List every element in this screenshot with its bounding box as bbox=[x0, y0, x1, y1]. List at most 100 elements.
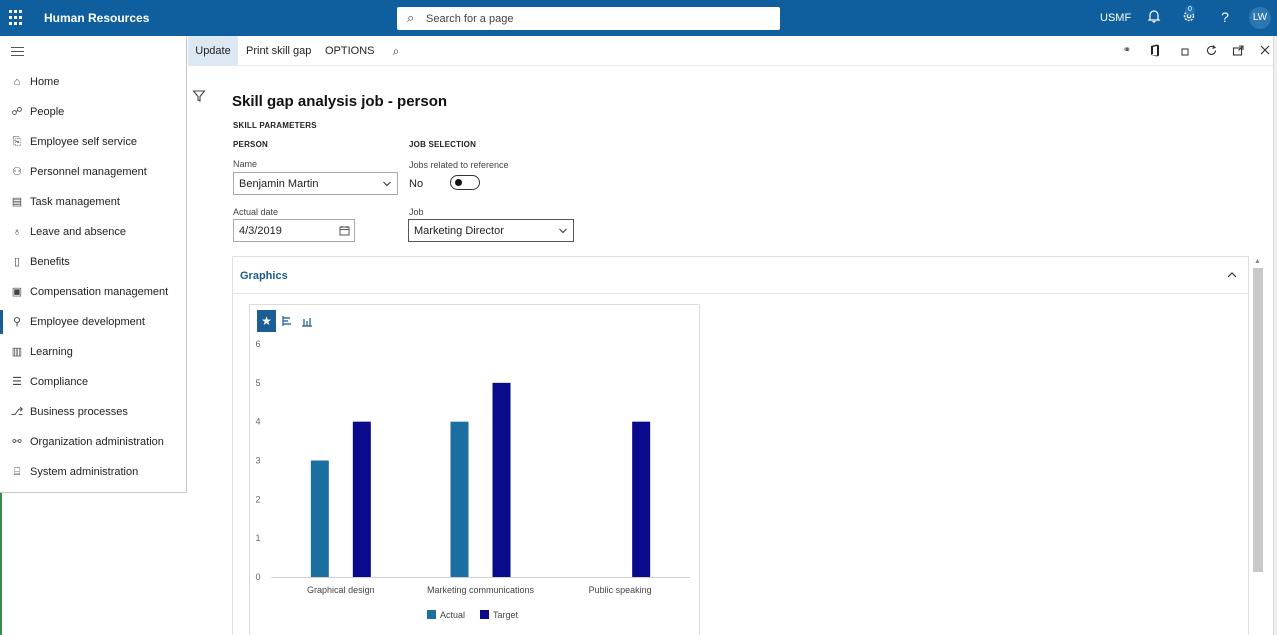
column-chart-icon bbox=[301, 318, 312, 327]
refresh-icon[interactable] bbox=[1204, 44, 1218, 58]
update-button[interactable]: Update bbox=[188, 36, 238, 66]
leave-icon: ♁ bbox=[12, 226, 22, 238]
sidebar-item-learning[interactable]: ▥ Learning bbox=[0, 337, 186, 367]
help-icon[interactable]: ? bbox=[1216, 9, 1234, 27]
company-picker[interactable]: USMF bbox=[1100, 12, 1131, 24]
app-title[interactable]: Human Resources bbox=[44, 11, 149, 25]
actual-date-field[interactable]: 4/3/2019 bbox=[233, 219, 355, 242]
sidebar-item-compensation-management[interactable]: ▣ Compensation management bbox=[0, 277, 186, 307]
action-pane: Update Print skill gap OPTIONS ⌕ ⚭ bbox=[188, 36, 1277, 66]
development-icon: ⚲ bbox=[12, 316, 22, 328]
graphics-title: Graphics bbox=[240, 270, 288, 282]
x-tick-label: Marketing communications bbox=[427, 585, 535, 595]
name-value: Benjamin Martin bbox=[239, 178, 319, 190]
system-admin-icon: ⌸ bbox=[13, 466, 21, 478]
close-icon[interactable] bbox=[1258, 44, 1272, 58]
y-tick-label: 3 bbox=[255, 456, 260, 466]
toggle-knob bbox=[455, 179, 462, 186]
sidebar-item-label: Compliance bbox=[30, 376, 89, 388]
name-dropdown[interactable]: Benjamin Martin bbox=[233, 172, 398, 195]
sidebar-item-label: Organization administration bbox=[30, 436, 164, 448]
job-label: Job bbox=[409, 207, 424, 217]
sidebar-item-label: Task management bbox=[30, 196, 120, 208]
search-box[interactable]: ⌕ Search for a page bbox=[397, 7, 780, 30]
home-icon: ⌂ bbox=[13, 76, 21, 88]
sidebar-item-leave-and-absence[interactable]: ♁ Leave and absence bbox=[0, 217, 186, 247]
sidebar-item-label: Benefits bbox=[30, 256, 70, 268]
task-icon: ▤ bbox=[11, 196, 23, 208]
sidebar-item-label: Leave and absence bbox=[30, 226, 127, 238]
graphics-fasttab-header[interactable]: Graphics bbox=[233, 257, 1248, 294]
search-placeholder: Search for a page bbox=[426, 13, 514, 25]
page-title: Skill gap analysis job - person bbox=[232, 93, 448, 110]
chevron-down-icon bbox=[559, 228, 567, 234]
y-tick-label: 5 bbox=[255, 378, 260, 388]
job-value: Marketing Director bbox=[414, 225, 504, 237]
app-launcher-icon[interactable] bbox=[9, 10, 25, 26]
chevron-down-icon bbox=[383, 181, 391, 187]
sidebar-item-label: Personnel management bbox=[30, 166, 147, 178]
office-icon[interactable] bbox=[1148, 44, 1162, 58]
chevron-up-icon[interactable] bbox=[1226, 269, 1238, 281]
bar-actual bbox=[450, 421, 469, 577]
sidebar-item-personnel-management[interactable]: ⚇ Personnel management bbox=[0, 157, 186, 187]
compensation-icon: ▣ bbox=[11, 286, 23, 298]
sidebar-item-people[interactable]: ☍ People bbox=[0, 97, 186, 127]
notification-count-badge: 0 bbox=[1185, 5, 1195, 15]
top-bar: Human Resources ⌕ Search for a page USMF… bbox=[0, 0, 1277, 36]
sidebar-item-employee-development[interactable]: ⚲ Employee development bbox=[0, 307, 186, 337]
vertical-scrollbar[interactable]: ▲ bbox=[1251, 256, 1265, 635]
sidebar-item-label: Home bbox=[30, 76, 60, 88]
jobs-related-label: Jobs related to reference bbox=[409, 160, 509, 170]
bar-horizontal-chart-button[interactable] bbox=[277, 310, 296, 332]
sidebar-item-compliance[interactable]: ☰ Compliance bbox=[0, 367, 186, 397]
action-search-icon[interactable]: ⌕ bbox=[389, 44, 403, 58]
sidebar-item-system-administration[interactable]: ⌸ System administration bbox=[0, 457, 186, 487]
print-skill-gap-button[interactable]: Print skill gap bbox=[246, 36, 311, 66]
sidebar-item-organization-administration[interactable]: ⚯ Organization administration bbox=[0, 427, 186, 457]
person-group-heading: PERSON bbox=[233, 140, 268, 149]
scroll-up-arrow-icon[interactable]: ▲ bbox=[1254, 258, 1261, 265]
bell-icon[interactable] bbox=[1145, 9, 1163, 27]
sidebar-item-task-management[interactable]: ▤ Task management bbox=[0, 187, 186, 217]
star-icon: ★ bbox=[261, 314, 272, 328]
org-admin-icon: ⚯ bbox=[12, 436, 22, 448]
legend-label-target: Target bbox=[493, 610, 519, 620]
learning-icon: ▥ bbox=[11, 346, 23, 358]
x-tick-label: Graphical design bbox=[307, 585, 375, 595]
sidebar-item-home[interactable]: ⌂ Home bbox=[0, 67, 186, 97]
sidebar-item-label: Employee self service bbox=[30, 136, 137, 148]
sidebar-item-benefits[interactable]: ▯ Benefits bbox=[0, 247, 186, 277]
job-dropdown[interactable]: Marketing Director bbox=[408, 219, 574, 242]
y-tick-label: 0 bbox=[255, 572, 260, 582]
jobs-related-toggle[interactable] bbox=[450, 175, 480, 190]
personnel-icon: ⚇ bbox=[12, 166, 22, 178]
link-icon[interactable]: ⚭ bbox=[1120, 44, 1134, 58]
compliance-icon: ☰ bbox=[12, 376, 22, 388]
filter-icon[interactable] bbox=[192, 89, 206, 103]
column-chart-button[interactable] bbox=[297, 310, 316, 332]
star-chart-button[interactable]: ★ bbox=[257, 310, 276, 332]
open-new-window-icon[interactable] bbox=[1231, 44, 1245, 58]
attachment-icon[interactable] bbox=[1178, 44, 1192, 58]
options-tab[interactable]: OPTIONS bbox=[325, 36, 375, 66]
skill-gap-chart: 0 1 2 3 4 5 6 Graphical design Marketing communi… bbox=[255, 339, 690, 620]
sidebar-item-label: Employee development bbox=[30, 316, 145, 328]
y-tick-label: 2 bbox=[255, 494, 260, 504]
scroll-thumb[interactable] bbox=[1253, 268, 1263, 572]
avatar[interactable]: LW bbox=[1249, 7, 1271, 29]
bar-actual bbox=[310, 460, 329, 577]
sidebar-item-label: Learning bbox=[30, 346, 73, 358]
self-service-icon: ⎘ bbox=[12, 136, 22, 148]
sidebar-item-employee-self-service[interactable]: ⎘ Employee self service bbox=[0, 127, 186, 157]
y-tick-label: 6 bbox=[255, 339, 260, 349]
calendar-icon[interactable] bbox=[339, 225, 350, 236]
sidebar-item-label: People bbox=[30, 106, 65, 118]
legend-label-actual: Actual bbox=[440, 610, 465, 620]
hamburger-menu-icon[interactable] bbox=[11, 47, 24, 59]
horizontal-bar-icon bbox=[281, 316, 291, 326]
x-tick-label: Public speaking bbox=[589, 585, 652, 595]
sidebar-item-label: System administration bbox=[30, 466, 139, 478]
sidebar-item-business-processes[interactable]: ⎇ Business processes bbox=[0, 397, 186, 427]
business-process-icon: ⎇ bbox=[10, 406, 24, 418]
